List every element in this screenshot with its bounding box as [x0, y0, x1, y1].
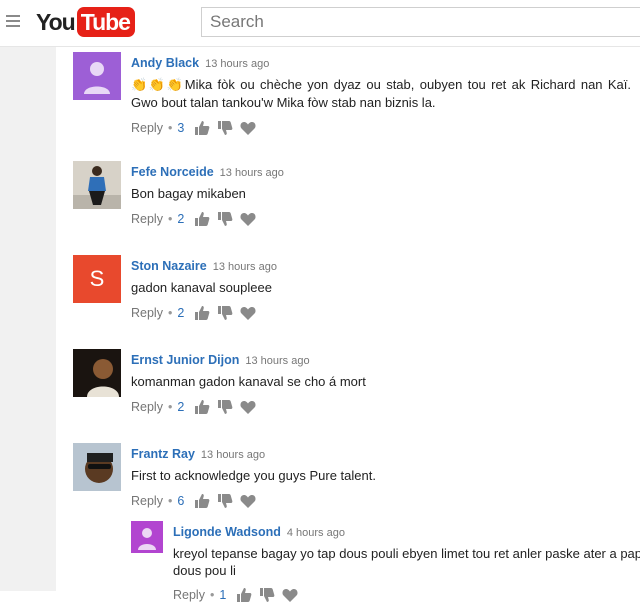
- reply-button[interactable]: Reply: [131, 494, 163, 508]
- heart-icon[interactable]: [282, 588, 298, 602]
- thumbs-up-icon[interactable]: [194, 400, 210, 414]
- comment-author[interactable]: Ston Nazaire: [131, 259, 207, 273]
- reply-button[interactable]: Reply: [131, 212, 163, 226]
- comment-text: Bon bagay mikaben: [131, 186, 246, 201]
- reply-button[interactable]: Reply: [173, 588, 205, 602]
- thumbs-down-icon[interactable]: [217, 121, 233, 135]
- thumbs-up-icon[interactable]: [236, 588, 252, 602]
- like-count: 1: [219, 588, 227, 602]
- comments-section: Andy Black 13 hours ago 👏👏👏Mika fòk ou ch…: [56, 47, 640, 602]
- comment-time[interactable]: 13 hours ago: [205, 58, 269, 70]
- default-user-avatar-icon: [131, 521, 163, 553]
- comment-text: komanman gadon kanaval se cho á mort: [131, 374, 366, 389]
- separator-dot: •: [167, 212, 173, 226]
- comment-author[interactable]: Frantz Ray: [131, 447, 195, 461]
- avatar[interactable]: [73, 161, 121, 209]
- hamburger-menu-icon[interactable]: [6, 15, 20, 27]
- separator-dot: •: [167, 494, 173, 508]
- default-user-avatar-icon: [73, 52, 121, 100]
- user-photo-icon: [73, 349, 121, 397]
- search-input[interactable]: [201, 7, 640, 37]
- heart-icon[interactable]: [240, 306, 256, 320]
- separator-dot: •: [167, 121, 173, 135]
- thumbs-down-icon[interactable]: [259, 588, 275, 602]
- comment-author[interactable]: Andy Black: [131, 56, 199, 70]
- logo-tube-text: Tube: [76, 7, 135, 37]
- avatar[interactable]: [131, 521, 163, 553]
- comment-actions: Reply • 2: [131, 400, 631, 414]
- like-count: 6: [177, 494, 185, 508]
- comment-time[interactable]: 13 hours ago: [220, 167, 284, 179]
- thumbs-down-icon[interactable]: [217, 212, 233, 226]
- heart-icon[interactable]: [240, 400, 256, 414]
- thumbs-down-icon[interactable]: [217, 400, 233, 414]
- comment-text: gadon kanaval soupleee: [131, 280, 272, 295]
- comment-actions: Reply • 3: [131, 121, 631, 135]
- comment-actions: Reply • 2: [131, 306, 631, 320]
- avatar[interactable]: [73, 349, 121, 397]
- thumbs-up-icon[interactable]: [194, 494, 210, 508]
- comment-actions: Reply • 1: [173, 588, 640, 602]
- clapping-hands-emoji: 👏👏👏: [131, 77, 185, 92]
- comment-time[interactable]: 13 hours ago: [201, 449, 265, 461]
- thumbs-down-icon[interactable]: [217, 494, 233, 508]
- thumbs-up-icon[interactable]: [194, 306, 210, 320]
- thumbs-up-icon[interactable]: [194, 212, 210, 226]
- logo-you-text: You: [36, 8, 76, 35]
- like-count: 2: [177, 212, 185, 226]
- separator-dot: •: [167, 306, 173, 320]
- thumbs-down-icon[interactable]: [217, 306, 233, 320]
- like-count: 2: [177, 400, 185, 414]
- heart-icon[interactable]: [240, 121, 256, 135]
- comment-text-body: Mika fòk ou chèche yon dyaz ou stab, oub…: [131, 77, 631, 110]
- separator-dot: •: [209, 588, 215, 602]
- like-count: 3: [177, 121, 185, 135]
- reply-button[interactable]: Reply: [131, 306, 163, 320]
- comment-author[interactable]: Fefe Norceide: [131, 165, 214, 179]
- comment-author[interactable]: Ligonde Wadsond: [173, 525, 281, 539]
- youtube-logo[interactable]: You Tube: [36, 7, 135, 37]
- like-count: 2: [177, 306, 185, 320]
- heart-icon[interactable]: [240, 212, 256, 226]
- comment-text: 👏👏👏Mika fòk ou chèche yon dyaz ou stab, …: [131, 76, 631, 112]
- comment-time[interactable]: 4 hours ago: [287, 527, 345, 539]
- comment-text: kreyol tepanse bagay yo tap dous pouli e…: [173, 546, 640, 578]
- reply-button[interactable]: Reply: [131, 121, 163, 135]
- thumbs-up-icon[interactable]: [194, 121, 210, 135]
- masthead: You Tube: [0, 0, 640, 47]
- comment-time[interactable]: 13 hours ago: [213, 261, 277, 273]
- avatar-letter: S: [89, 266, 105, 291]
- comment-time[interactable]: 13 hours ago: [245, 355, 309, 367]
- heart-icon[interactable]: [240, 494, 256, 508]
- avatar[interactable]: S: [73, 255, 121, 303]
- separator-dot: •: [167, 400, 173, 414]
- avatar[interactable]: [73, 52, 121, 100]
- reply-button[interactable]: Reply: [131, 400, 163, 414]
- user-photo-icon: [73, 161, 121, 209]
- user-photo-icon: [73, 443, 121, 491]
- left-gutter: [0, 47, 56, 591]
- avatar[interactable]: [73, 443, 121, 491]
- comment-text: First to acknowledge you guys Pure talen…: [131, 468, 376, 483]
- comment-author[interactable]: Ernst Junior Dijon: [131, 353, 239, 367]
- comment-actions: Reply • 6: [131, 494, 631, 508]
- comment-actions: Reply • 2: [131, 212, 631, 226]
